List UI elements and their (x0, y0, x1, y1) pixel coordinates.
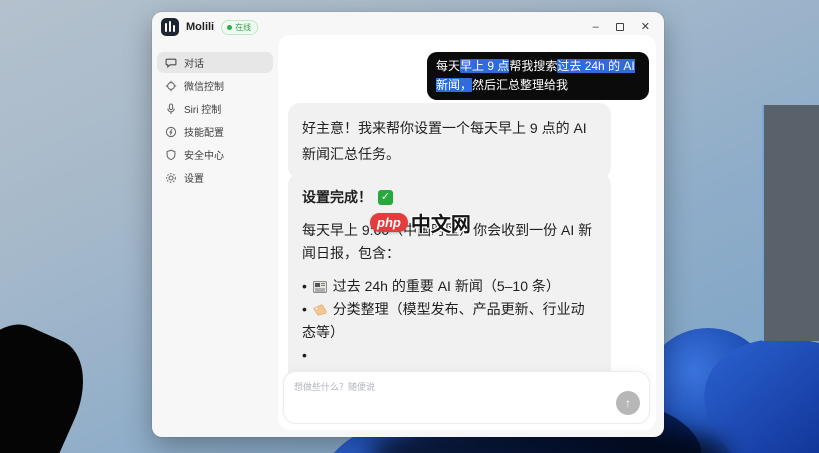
bullet-item-category: • 分类整理（模型发布、产品更新、行业动态等） (302, 298, 597, 344)
maximize-button[interactable] (616, 23, 624, 31)
status-badge: 在线 (221, 20, 258, 35)
report-bullet-list: • 过去 24h 的重要 AI 新闻（5–10 条） • 分类整理（模型发布、产… (302, 275, 597, 367)
user-message-text: 每天 (436, 59, 460, 73)
sidebar-item-wechat-control[interactable]: 微信控制 (157, 75, 273, 96)
shield-icon (165, 149, 177, 161)
user-message-bubble: 每天早上 9 点帮我搜索过去 24h 的 AI 新闻，然后汇总整理给我 (427, 52, 649, 100)
php-badge: php (370, 213, 408, 232)
app-title: Molili (186, 21, 214, 33)
bullet-item-news: • 过去 24h 的重要 AI 新闻（5–10 条） (302, 275, 597, 298)
sidebar-item-label: 安全中心 (184, 147, 224, 162)
gear-icon (165, 172, 177, 184)
online-dot-icon (227, 25, 232, 30)
background-window-strip[interactable] (762, 105, 819, 341)
sidebar-item-label: Siri 控制 (184, 101, 221, 116)
watermark-text: 中文网 (411, 208, 471, 237)
setup-complete-heading: 设置完成！ ✓ (302, 186, 597, 209)
chat-input[interactable] (284, 372, 649, 406)
sidebar-item-settings[interactable]: 设置 (157, 167, 273, 188)
user-message-selected-text: 早上 9 点 (460, 59, 509, 73)
chat-input-area: ↑ (283, 371, 650, 424)
sidebar-item-label: 技能配置 (184, 124, 224, 139)
crosshair-icon (165, 80, 177, 92)
assistant-message-bubble: 好主意！我来帮你设置一个每天早上 9 点的 AI 新闻汇总任务。 (288, 103, 611, 179)
molili-app-window: Molili 在线 – ✕ 对话 微信控制 Siri (152, 12, 664, 437)
close-button[interactable]: ✕ (641, 22, 650, 33)
sidebar-item-label: 微信控制 (184, 78, 224, 93)
minimize-button[interactable]: – (593, 22, 599, 33)
bullet-text: 分类整理（模型发布、产品更新、行业动态等） (302, 301, 585, 340)
php-cn-watermark: php 中文网 (370, 208, 471, 237)
molili-logo-icon (161, 18, 179, 36)
check-mark-emoji: ✓ (378, 190, 393, 205)
assistant-message-text: 好主意！我来帮你设置一个每天早上 9 点的 AI 新闻汇总任务。 (302, 120, 587, 162)
setup-complete-text: 设置完成！ (302, 186, 372, 209)
send-button[interactable]: ↑ (616, 391, 640, 415)
sidebar-item-skills-config[interactable]: 技能配置 (157, 121, 273, 142)
chat-bubble-icon (165, 57, 177, 69)
sidebar-item-chat[interactable]: 对话 (157, 52, 273, 73)
wallpaper-dark-corner (0, 310, 101, 453)
status-badge-label: 在线 (235, 22, 251, 33)
user-message-text: 然后汇总整理给我 (472, 78, 568, 92)
arrow-up-icon: ↑ (625, 396, 631, 410)
newspaper-emoji-icon (313, 281, 327, 293)
sidebar-item-siri-control[interactable]: Siri 控制 (157, 98, 273, 119)
sidebar-item-label: 对话 (184, 55, 204, 70)
bullet-item-partial: • (302, 344, 597, 367)
skill-bolt-icon (165, 126, 177, 138)
user-message-text: 帮我搜索 (509, 59, 557, 73)
label-tag-emoji-icon (313, 304, 327, 316)
bullet-text: 过去 24h 的重要 AI 新闻（5–10 条） (333, 278, 560, 294)
microphone-icon (165, 103, 177, 115)
sidebar-item-security-center[interactable]: 安全中心 (157, 144, 273, 165)
sidebar: 对话 微信控制 Siri 控制 技能配置 安全中心 (152, 46, 278, 437)
sidebar-item-label: 设置 (184, 170, 204, 185)
